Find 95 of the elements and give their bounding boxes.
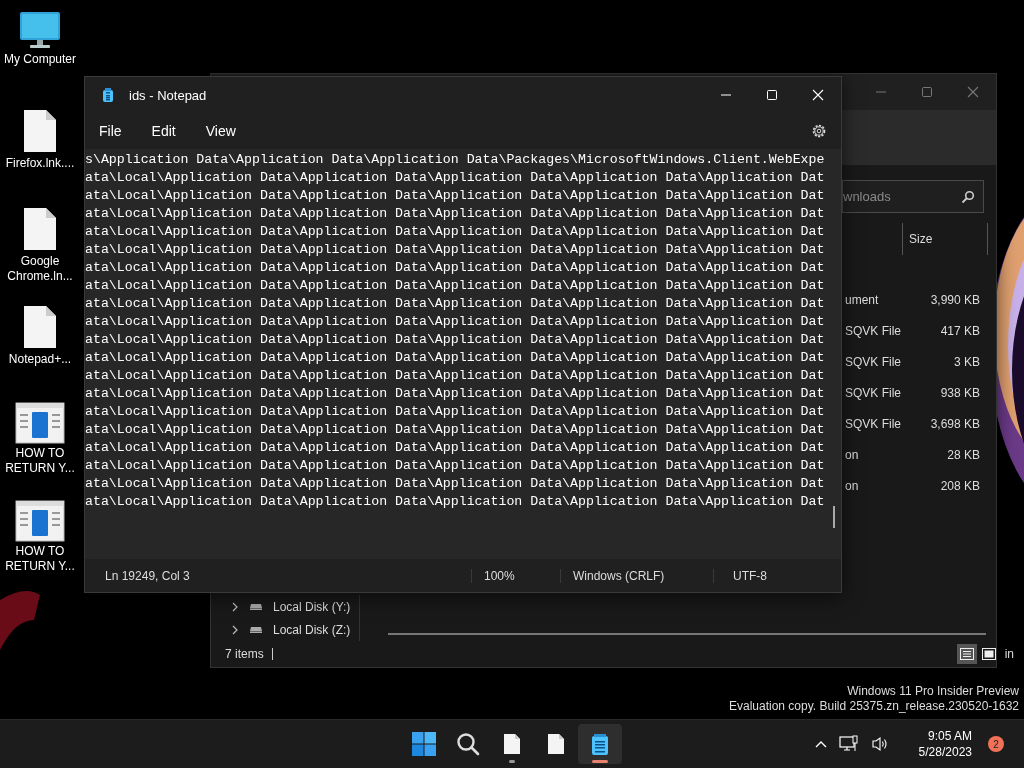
- file-size: 3,990 KB: [930, 292, 980, 307]
- text-line: ata\Local\Application Data\Application Data\Application Data\Application Data\Application Dat: [85, 349, 826, 367]
- file-icon[interactable]: [547, 733, 565, 756]
- menu-item[interactable]: Edit: [143, 119, 184, 143]
- desktop-icon-label[interactable]: Google Chrome.ln...: [2, 254, 78, 284]
- text-line: ata\Local\Application Data\Application Data\Application Data\Application Data\Application Dat: [85, 475, 826, 493]
- text-line: ata\Local\Application Data\Application Data\Application Data\Application Data\Application Dat: [85, 403, 826, 421]
- watermark-text: Windows 11 Pro Insider Preview: [847, 684, 1019, 700]
- file-size: 208 KB: [940, 478, 980, 493]
- file-type: SQVK File: [844, 416, 901, 431]
- settings-button[interactable]: [811, 123, 827, 139]
- file-type: on: [844, 478, 859, 493]
- text-line: ata\Local\Application Data\Application Data\Application Data\Application Data\Application Dat: [85, 367, 826, 385]
- text-line: ata\Local\Application Data\Application Data\Application Data\Application Data\Application Dat: [85, 439, 826, 457]
- chevron-right-icon[interactable]: [231, 601, 239, 612]
- close-icon: [812, 89, 824, 101]
- drive-icon: [249, 602, 263, 611]
- text-line: ata\Local\Application Data\Application Data\Application Data\Application Data\Application Dat: [85, 331, 826, 349]
- watermark-text: Evaluation copy. Build 25375.zn_release.230520-1632: [729, 699, 1019, 715]
- text-editor[interactable]: [85, 149, 841, 559]
- text-line: ata\Local\Application Data\Application Data\Application Data\Application Data\Application Dat: [85, 277, 826, 295]
- nav-item-label[interactable]: Local Disk (Z:): [273, 622, 351, 637]
- file-icon[interactable]: [22, 108, 58, 154]
- clock-time: 9:05 AM: [927, 728, 972, 745]
- speaker-icon: [870, 736, 889, 753]
- line-ending: Windows (CRLF): [560, 568, 713, 583]
- text-line: ata\Local\Application Data\Application Data\Application Data\Application Data\Application Dat: [85, 493, 826, 511]
- file-icon[interactable]: [22, 304, 58, 350]
- list-icon: [959, 648, 974, 660]
- text-line: ata\Local\Application Data\Application Data\Application Data\Application Data\Application Dat: [85, 295, 826, 313]
- menu-item[interactable]: File: [91, 119, 130, 143]
- search-field[interactable]: wnloads: [842, 180, 984, 213]
- scrollbar[interactable]: [388, 633, 986, 635]
- chevron-right-icon[interactable]: [231, 624, 239, 635]
- file-type: on: [844, 447, 859, 462]
- file-type: ument: [844, 292, 879, 307]
- scrollbar-thumb[interactable]: [833, 506, 835, 528]
- file-size: 3,698 KB: [930, 416, 980, 431]
- search-icon[interactable]: [961, 189, 975, 204]
- text-line: ata\Local\Application Data\Application Data\Application Data\Application Data\Application Dat: [85, 421, 826, 439]
- text-line: ata\Local\Application Data\Application Data\Application Data\Application Data\Application Dat: [85, 385, 826, 403]
- partial-text: in: [1004, 647, 1014, 661]
- file-type: SQVK File: [844, 354, 901, 369]
- desktop-icon-label[interactable]: Firefox.lnk....: [2, 156, 78, 171]
- chevron-up-icon: [814, 740, 827, 749]
- search-icon[interactable]: [456, 732, 480, 757]
- clock-button[interactable]: 9:05 AM 5/28/2023: [912, 727, 978, 762]
- search-input[interactable]: wnloads: [843, 189, 961, 204]
- notification-badge[interactable]: 2: [988, 736, 1004, 753]
- text-line: ata\Local\Application Data\Application Data\Application Data\Application Data\Application Dat: [85, 313, 826, 331]
- notepad-icon[interactable]: [590, 732, 610, 756]
- file-size: 417 KB: [940, 323, 980, 338]
- windows-logo-icon[interactable]: [412, 732, 436, 757]
- maximize-icon: [921, 86, 933, 98]
- text-line: ata\Local\Application Data\Application Data\Application Data\Application Data\Application Dat: [85, 457, 826, 475]
- encoding: UTF-8: [713, 568, 767, 583]
- text-line: s\Application Data\Application Data\Application Data\Packages\MicrosoftWindows.Client.WebExpe: [85, 151, 826, 169]
- preview-icon: [981, 648, 996, 660]
- maximize-icon: [766, 89, 778, 101]
- drive-icon: [249, 625, 263, 634]
- desktop-icon-label[interactable]: HOW TO RETURN Y...: [2, 446, 78, 476]
- item-count: 7 items: [225, 647, 264, 661]
- text-line: ata\Local\Application Data\Application Data\Application Data\Application Data\Application Dat: [85, 241, 826, 259]
- settings-icon: [811, 123, 827, 139]
- taskbar-button[interactable]: [578, 724, 622, 765]
- column-header[interactable]: Size: [902, 223, 988, 255]
- text-line: ata\Local\Application Data\Application Data\Application Data\Application Data\Application Dat: [85, 223, 826, 241]
- close-icon: [967, 86, 979, 98]
- network-icon: [838, 735, 859, 754]
- file-icon[interactable]: [22, 206, 58, 252]
- file-type: SQVK File: [844, 323, 901, 338]
- notepad-icon: [101, 87, 115, 103]
- text-line: ata\Local\Application Data\Application Data\Application Data\Application Data\Application Dat: [85, 169, 826, 187]
- desktop-icon-label[interactable]: Notepad+...: [2, 352, 78, 367]
- cursor-position: Ln 19249, Col 3: [104, 568, 191, 583]
- desktop-icon-label[interactable]: My Computer: [2, 52, 78, 67]
- nav-item-label[interactable]: Local Disk (Y:): [273, 599, 351, 614]
- document-icon[interactable]: [15, 500, 65, 542]
- text-line: ata\Local\Application Data\Application Data\Application Data\Application Data\Application Dat: [85, 205, 826, 223]
- clock-date: 5/28/2023: [918, 744, 972, 761]
- file-size: 28 KB: [947, 447, 980, 462]
- zoom-level: 100%: [471, 568, 560, 583]
- window-title: ids - Notepad: [129, 87, 207, 103]
- file-size: 938 KB: [940, 385, 980, 400]
- file-icon[interactable]: [503, 733, 521, 756]
- menu-item[interactable]: View: [197, 119, 244, 143]
- text-line: ata\Local\Application Data\Application Data\Application Data\Application Data\Application Dat: [85, 259, 826, 277]
- desktop-icon-label[interactable]: HOW TO RETURN Y...: [2, 544, 78, 574]
- document-icon[interactable]: [15, 402, 65, 444]
- file-size: 3 KB: [954, 354, 980, 369]
- details-view-button[interactable]: [956, 644, 977, 664]
- text-line: ata\Local\Application Data\Application Data\Application Data\Application Data\Application Dat: [85, 187, 826, 205]
- wallpaper-swoosh: [0, 591, 40, 650]
- file-type: SQVK File: [844, 385, 901, 400]
- computer-icon[interactable]: [18, 10, 62, 50]
